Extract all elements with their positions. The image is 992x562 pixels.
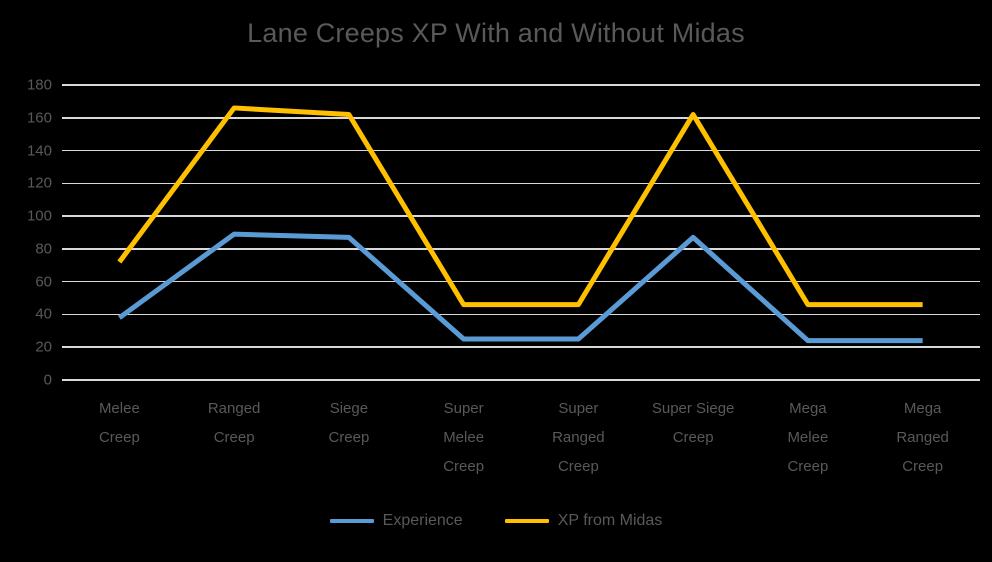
y-axis-tick-label: 140	[26, 142, 52, 160]
x-axis-tick-line: Creep	[443, 458, 485, 475]
x-axis-tick-line: Ranged	[207, 400, 261, 417]
x-axis-tick-line: Siege	[329, 400, 369, 417]
x-axis-tick-label: Melee Creep	[62, 394, 177, 504]
legend-label: XP from Midas	[557, 512, 663, 529]
x-axis-tick-label: Mega Melee Creep	[751, 394, 866, 504]
x-axis-tick-line: Super	[443, 400, 484, 417]
legend-entry[interactable]: Experience	[329, 512, 463, 530]
series-line	[117, 231, 923, 344]
x-axis-tick-line: Super	[558, 400, 599, 417]
chart-container: Lane Creeps XP With and Without Midas 18…	[0, 0, 992, 562]
y-axis-tick-label: 100	[26, 207, 52, 225]
y-axis-tick-label: 60	[35, 273, 52, 291]
x-axis-tick-line: Creep	[557, 458, 599, 475]
chart-title: Lane Creeps XP With and Without Midas	[247, 18, 745, 48]
legend-label: Experience	[382, 512, 463, 529]
x-axis-tick-line: Creep	[98, 429, 140, 446]
x-axis-tick-line: Creep	[787, 458, 829, 475]
x-axis-tick-line: Ranged	[552, 429, 605, 446]
legend-swatch-icon	[504, 519, 549, 523]
legend-entry[interactable]: XP from Midas	[504, 512, 663, 530]
x-axis-tick-line: Melee	[787, 429, 829, 446]
x-axis-tick-label: Siege Creep	[292, 394, 407, 504]
x-axis-tick-line: Creep	[902, 458, 944, 475]
legend-swatch-icon	[329, 519, 374, 523]
y-axis: 180 160 140 120 100 80 60 40 20 0	[0, 78, 52, 388]
x-axis-tick-label: Mega Ranged Creep	[865, 394, 980, 504]
x-axis-tick-line: Creep	[213, 429, 255, 446]
x-axis-tick-line: Mega	[789, 400, 827, 417]
x-axis-tick-label: Super Melee Creep	[406, 394, 521, 504]
x-axis-tick-label: Super Siege Creep	[636, 394, 751, 504]
x-axis-tick-line: Melee	[98, 400, 140, 417]
y-axis-tick-label: 80	[35, 240, 52, 258]
chart-legend: Experience XP from Midas	[0, 512, 992, 530]
x-axis-tick-line: Melee	[443, 429, 485, 446]
series-layer	[117, 105, 923, 344]
x-axis: Melee Creep Ranged Creep Siege Creep Super Mele…	[62, 394, 980, 504]
x-axis-tick-line: Super Siege	[651, 400, 735, 417]
y-axis-tick-label: 160	[26, 109, 52, 127]
x-axis-tick-line: Creep	[672, 429, 714, 446]
x-axis-tick-line: Ranged	[896, 429, 949, 446]
y-axis-tick-label: 180	[26, 76, 52, 94]
y-axis-tick-label: 40	[35, 305, 52, 323]
y-axis-tick-label: 0	[43, 371, 52, 389]
y-axis-tick-label: 20	[35, 338, 52, 356]
x-axis-tick-line: Creep	[328, 429, 370, 446]
series-line	[117, 105, 923, 308]
x-axis-tick-label: Super Ranged Creep	[521, 394, 636, 504]
x-axis-tick-label: Ranged Creep	[177, 394, 292, 504]
x-axis-tick-line: Mega	[903, 400, 942, 417]
y-axis-tick-label: 120	[26, 174, 52, 192]
